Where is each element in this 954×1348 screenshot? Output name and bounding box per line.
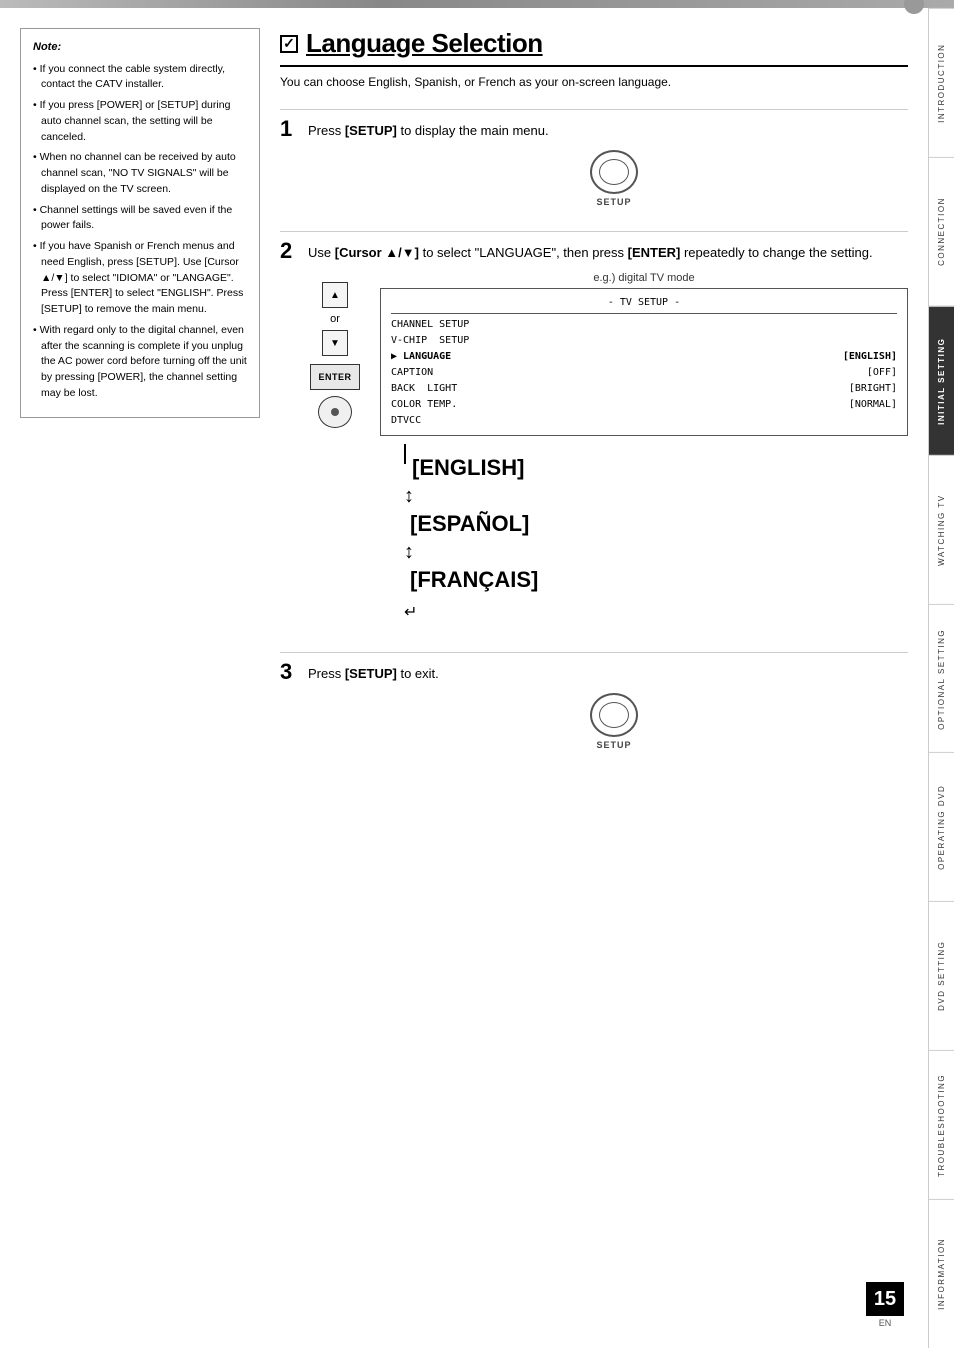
enter-button-dot <box>331 408 339 416</box>
cursor-up-button[interactable]: ▲ <box>322 282 348 308</box>
sidebar-tab-introduction[interactable]: INTRODUCTION <box>929 8 954 157</box>
step-2: 2 Use [Cursor ▲/▼] to select "LANGUAGE",… <box>280 231 908 628</box>
tv-screen-area: e.g.) digital TV mode - TV SETUP - CHANN… <box>380 272 908 628</box>
tv-row: V-CHIP SETUP <box>391 333 897 349</box>
page-title: Language Selection <box>306 28 543 59</box>
note-item: With regard only to the digital channel,… <box>33 323 247 402</box>
sidebar-tab-troubleshooting[interactable]: TROUBLESHOOTING <box>929 1050 954 1199</box>
step-2-content: ▲ or ▼ ENTER e.g.) digital TV mode <box>310 272 908 628</box>
sidebar-tab-initial-setting[interactable]: INITIAL SETTING <box>929 306 954 455</box>
tv-screen-mockup: - TV SETUP - CHANNEL SETUP V-CHIP SETUP … <box>380 288 908 436</box>
sidebar-tab-optional-setting[interactable]: OPTIONAL SETTING <box>929 604 954 753</box>
sidebar: INTRODUCTION CONNECTION INITIAL SETTING … <box>928 8 954 1348</box>
wrap-arrow: ↵ <box>404 599 908 628</box>
enter-button-circle[interactable] <box>318 396 352 428</box>
page-title-wrapper: ✓ Language Selection <box>280 28 908 67</box>
setup-button-label-2: SETUP <box>596 740 631 750</box>
eg-label: e.g.) digital TV mode <box>380 272 908 284</box>
page-number: 15 <box>866 1282 904 1316</box>
cursor-down-button[interactable]: ▼ <box>322 330 348 356</box>
note-title: Note: <box>33 39 247 56</box>
step-1-header: 1 Press [SETUP] to display the main menu… <box>280 109 908 140</box>
note-list: If you connect the cable system directly… <box>33 62 247 402</box>
setup-button-graphic: SETUP <box>320 150 908 207</box>
step-1-text: Press [SETUP] to display the main menu. <box>308 118 549 140</box>
setup-button-inner <box>599 159 629 185</box>
sidebar-tab-connection[interactable]: CONNECTION <box>929 157 954 306</box>
sidebar-tab-operating-dvd[interactable]: OPERATING DVD <box>929 752 954 901</box>
subtitle: You can choose English, Spanish, or Fren… <box>280 75 908 89</box>
step-2-text: Use [Cursor ▲/▼] to select "LANGUAGE", t… <box>308 240 873 262</box>
step-3-number: 3 <box>280 661 300 683</box>
note-item: If you connect the cable system directly… <box>33 62 247 94</box>
enter-button-label[interactable]: ENTER <box>310 364 360 390</box>
page-number-area: 15 EN <box>866 1282 904 1328</box>
tv-row: BACK LIGHT[BRIGHT] <box>391 381 897 397</box>
setup-button-circle <box>590 150 638 194</box>
setup-button-inner-2 <box>599 702 629 728</box>
instructions-column: ✓ Language Selection You can choose Engl… <box>280 28 908 1328</box>
lang-espanol: [ESPAÑOL] <box>410 504 908 544</box>
setup-button-graphic-2: SETUP <box>320 693 908 750</box>
note-item: Channel settings will be saved even if t… <box>33 203 247 235</box>
step-3-header: 3 Press [SETUP] to exit. <box>280 652 908 683</box>
note-item: If you press [POWER] or [SETUP] during a… <box>33 98 247 145</box>
tv-row: DTVCC <box>391 413 897 429</box>
tv-menu-title: - TV SETUP - <box>391 295 897 314</box>
tv-row-language: ▶ LANGUAGE[ENGLISH] <box>391 349 897 365</box>
setup-button-circle-2 <box>590 693 638 737</box>
step-2-header: 2 Use [Cursor ▲/▼] to select "LANGUAGE",… <box>280 231 908 262</box>
arrow-to-francais: ↕ <box>404 544 908 560</box>
tv-row: CHANNEL SETUP <box>391 317 897 333</box>
note-item: When no channel can be received by auto … <box>33 150 247 197</box>
lang-english: [ENGLISH] <box>412 448 524 488</box>
step-1: 1 Press [SETUP] to display the main menu… <box>280 109 908 207</box>
note-box: Note: If you connect the cable system di… <box>20 28 260 418</box>
sidebar-tab-dvd-setting[interactable]: DVD SETTING <box>929 901 954 1050</box>
or-text: or <box>330 313 340 325</box>
step-1-number: 1 <box>280 118 300 140</box>
note-section: Note: If you connect the cable system di… <box>20 28 260 1328</box>
language-options: [ENGLISH] ↕ [ESPAÑOL] ↕ [FRANÇAIS] ↵ <box>400 448 908 628</box>
checkbox-icon: ✓ <box>280 35 298 53</box>
cursor-buttons: ▲ or ▼ ENTER <box>310 282 360 428</box>
tv-row: COLOR TEMP.[NORMAL] <box>391 397 897 413</box>
note-item: If you have Spanish or French menus and … <box>33 239 247 318</box>
sidebar-tab-watching-tv[interactable]: WATCHING TV <box>929 455 954 604</box>
step-3-text: Press [SETUP] to exit. <box>308 661 439 683</box>
step-2-number: 2 <box>280 240 300 262</box>
step-3: 3 Press [SETUP] to exit. SETUP <box>280 652 908 750</box>
tv-row: CAPTION[OFF] <box>391 365 897 381</box>
setup-button-label: SETUP <box>596 197 631 207</box>
sidebar-tab-information[interactable]: INFORMATION <box>929 1199 954 1348</box>
lang-francais: [FRANÇAIS] <box>410 560 908 600</box>
arrow-to-espanol: ↕ <box>404 488 908 504</box>
page-en-label: EN <box>866 1318 904 1328</box>
